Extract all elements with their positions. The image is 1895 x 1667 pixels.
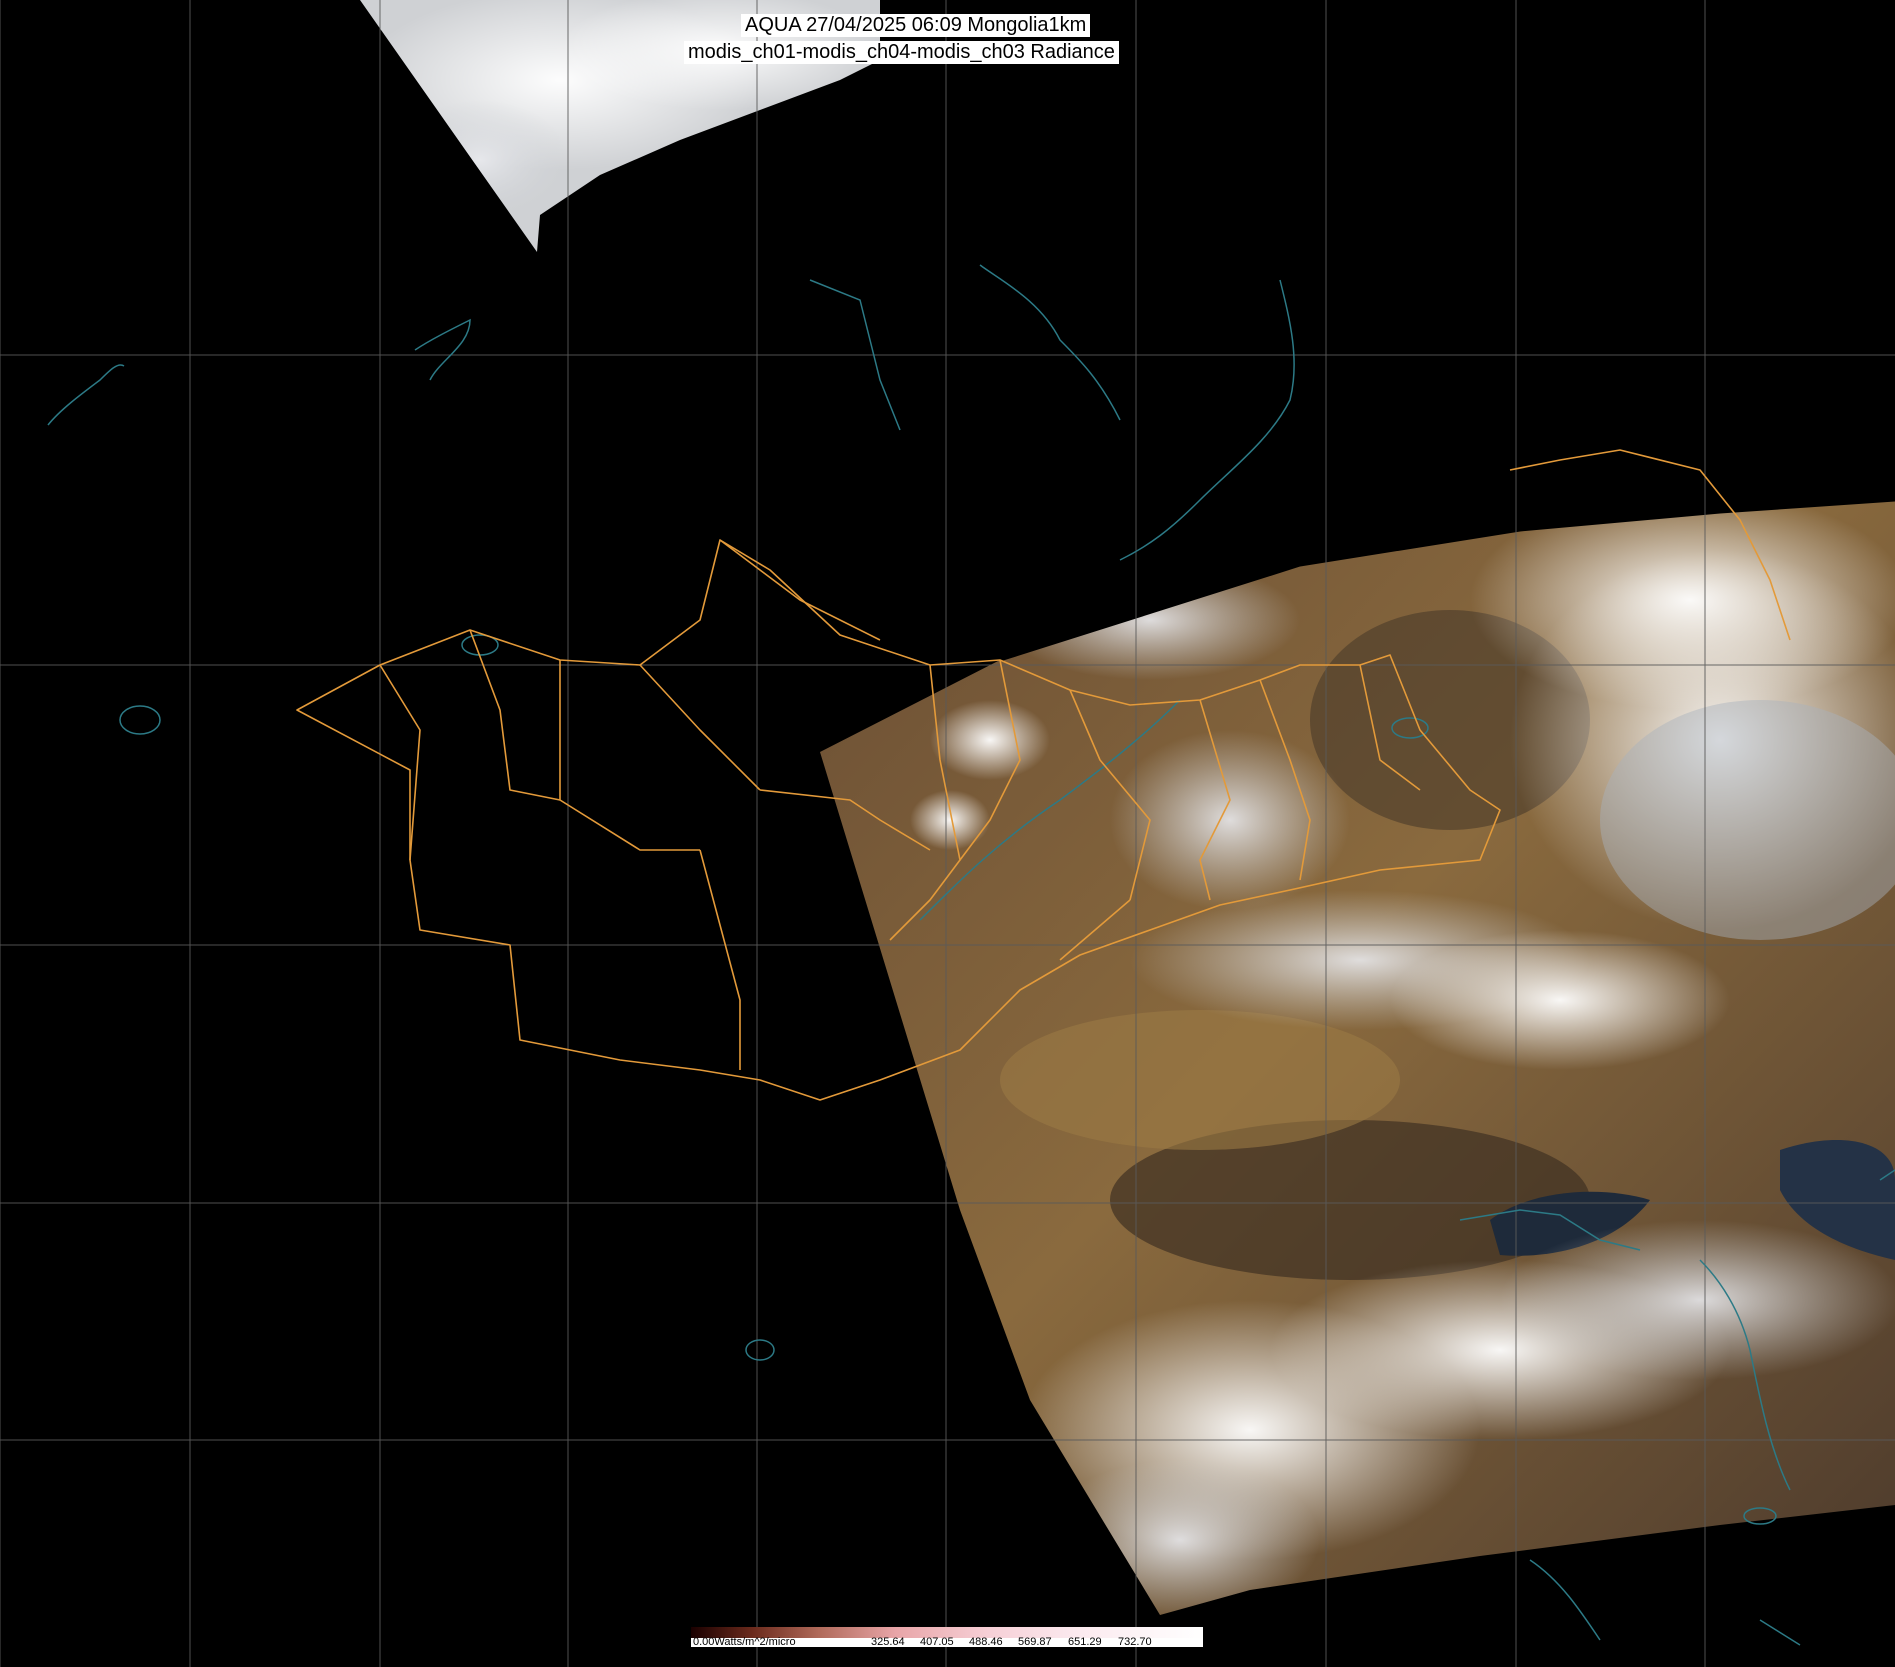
title-line-1: AQUA 27/04/2025 06:09 Mongolia1km (741, 14, 1091, 37)
colorbar-tick: 569.87 (1018, 1636, 1052, 1648)
colorbar-labels: 0.00Watts/m^2/micro 325.64 407.05 488.46… (691, 1637, 1203, 1648)
colorbar-tick: 407.05 (920, 1636, 954, 1648)
colorbar-tick: 325.64 (871, 1636, 905, 1648)
colorbar-tick: 651.29 (1068, 1636, 1102, 1648)
colorbar-unit-label: 0.00Watts/m^2/micro (693, 1636, 796, 1648)
colorbar-tick: 732.70 (1118, 1636, 1152, 1648)
satellite-image (0, 0, 1895, 1667)
title-line-2: modis_ch01-modis_ch04-modis_ch03 Radianc… (684, 41, 1119, 64)
colorbar-legend: 0.00Watts/m^2/micro 325.64 407.05 488.46… (691, 1627, 1203, 1648)
colorbar-tick: 488.46 (969, 1636, 1003, 1648)
top-cloud-swath (360, 0, 880, 252)
main-swath (820, 498, 1895, 1615)
